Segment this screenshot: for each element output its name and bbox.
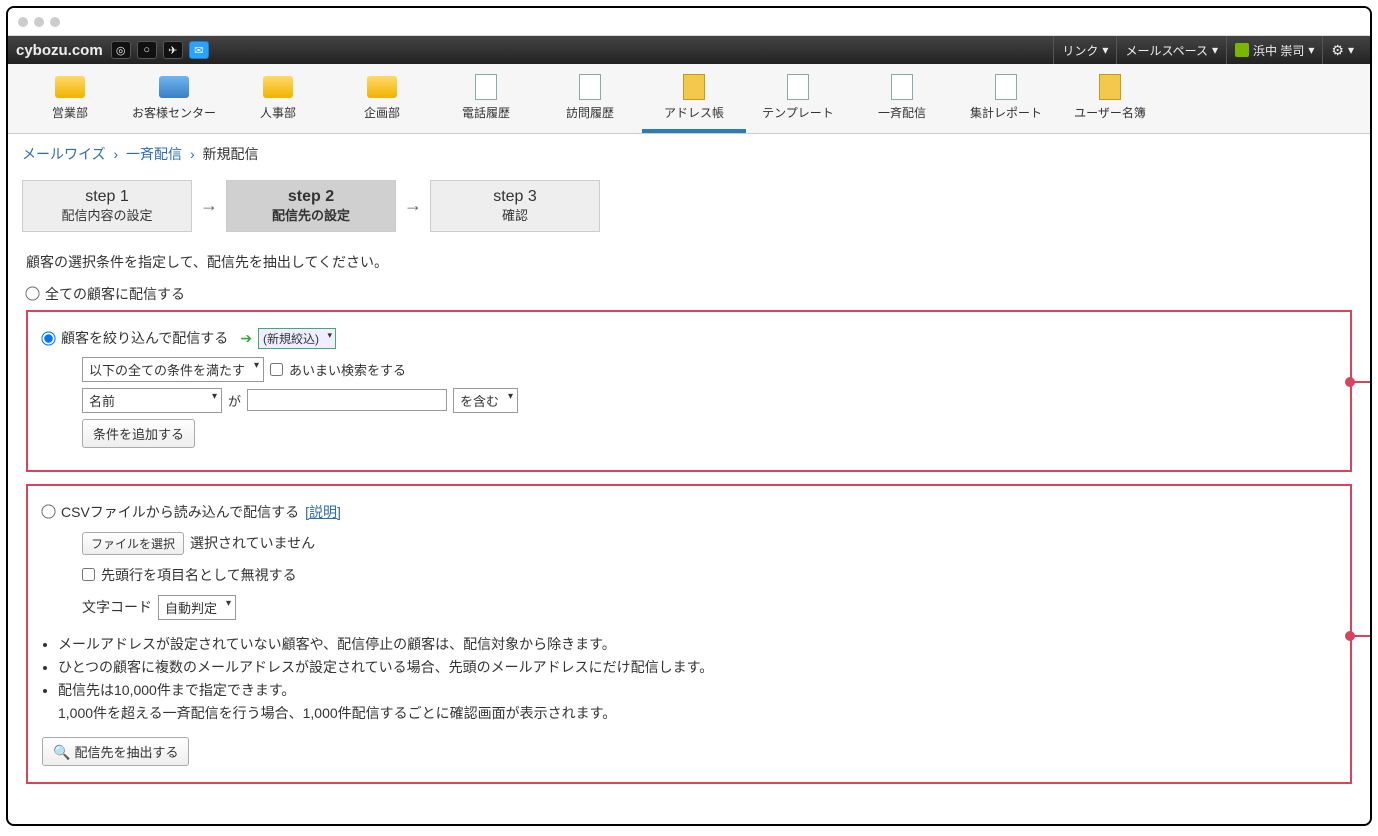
step-1[interactable]: step 1配信内容の設定 [22,180,192,232]
document-icon [579,74,601,100]
header-user-menu[interactable]: 浜中 崇司▾ [1226,36,1322,64]
wizard-steps: step 1配信内容の設定 → step 2配信先の設定 → step 3確認 [8,174,1370,244]
traffic-light-close[interactable] [18,17,28,27]
header-mail-icon[interactable]: ✉ [189,41,209,59]
header-icon-2[interactable]: ○ [137,41,157,59]
filter-section: 顧客を絞り込んで配信する ➔ (新規絞込) 以下の全ての条件を満たす あいまい検… [26,310,1352,472]
toolbar-visit-log[interactable]: 訪問履歴 [538,68,642,133]
arrow-icon: → [404,195,422,216]
charset-select[interactable]: 自動判定 [158,595,236,620]
document-icon [995,74,1017,100]
ga-text: が [228,391,241,410]
radio-all-customers[interactable]: 全ての顧客に配信する [26,284,1352,304]
skip-header-checkbox[interactable] [82,568,95,581]
step-2[interactable]: step 2配信先の設定 [226,180,396,232]
chevron-down-icon: ▾ [1102,43,1108,57]
notes-list: メールアドレスが設定されていない顧客や、配信停止の顧客は、配信対象から除きます。… [58,634,1336,723]
radio-all-input[interactable] [25,287,39,301]
toolbar-hr[interactable]: 人事部 [226,68,330,133]
no-file-text: 選択されていません [190,533,315,553]
book-icon [1099,74,1121,100]
traffic-light-max[interactable] [50,17,60,27]
toolbar-addressbook[interactable]: アドレス帳 [642,68,746,133]
radio-filter-customers[interactable]: 顧客を絞り込んで配信する ➔ (新規絞込) [42,328,1336,349]
match-mode-select[interactable]: 以下の全ての条件を満たす [82,357,264,382]
header-icon-3[interactable]: ✈ [163,41,183,59]
main-content: 顧客の選択条件を指定して、配信先を抽出してください。 全ての顧客に配信する 顧客… [8,244,1370,814]
csv-section: CSVファイルから読み込んで配信する[説明] ファイルを選択 選択されていません… [26,484,1352,784]
toolbar-support[interactable]: お客様センター [122,68,226,133]
folder-icon [263,76,293,98]
global-header: cybozu.com ◎ ○ ✈ ✉ リンク▾ メールスペース▾ 浜中 崇司▾ … [8,36,1370,64]
note-item: ひとつの顧客に複数のメールアドレスが設定されている場合、先頭のメールアドレスにだ… [58,657,1336,677]
header-icon-1[interactable]: ◎ [111,41,131,59]
document-icon [891,74,913,100]
document-icon [475,74,497,100]
radio-csv-input[interactable] [41,505,55,519]
brand-logo[interactable]: cybozu.com [16,42,103,59]
header-links-menu[interactable]: リンク▾ [1053,36,1116,64]
toolbar-users[interactable]: ユーザー名簿 [1058,68,1162,133]
folder-icon [159,76,189,98]
window-titlebar [8,8,1370,36]
gear-icon: ⚙ [1331,42,1344,59]
breadcrumb-section[interactable]: 一斉配信 [126,146,182,162]
folder-icon [55,76,85,98]
arrow-right-icon: ➔ [240,330,252,347]
addressbook-icon [683,74,705,100]
avatar-icon [1235,43,1249,57]
toolbar-sales[interactable]: 営業部 [18,68,122,133]
saved-filter-select[interactable]: (新規絞込) [258,328,336,349]
field-select[interactable]: 名前 [82,388,222,413]
arrow-icon: → [200,195,218,216]
header-mailspace-menu[interactable]: メールスペース▾ [1116,36,1226,64]
choose-file-button[interactable]: ファイルを選択 [82,532,184,555]
note-item: 1,000件を超える一斉配信を行う場合、1,000件配信するごとに確認画面が表示… [58,703,1336,723]
callout-line [1350,635,1372,637]
traffic-light-min[interactable] [34,17,44,27]
filter-value-input[interactable] [247,389,447,411]
charset-label: 文字コード [82,597,152,617]
breadcrumb-current: 新規配信 [203,146,259,162]
toolbar-phone-log[interactable]: 電話履歴 [434,68,538,133]
skip-header-label: 先頭行を項目名として無視する [101,565,297,585]
toolbar-template[interactable]: テンプレート [746,68,850,133]
app-toolbar: 営業部 お客様センター 人事部 企画部 電話履歴 訪問履歴 アドレス帳 テンプレ… [8,64,1370,134]
fuzzy-search-checkbox[interactable] [270,363,283,376]
toolbar-planning[interactable]: 企画部 [330,68,434,133]
breadcrumb-root[interactable]: メールワイズ [22,146,106,162]
chevron-down-icon: ▾ [1308,43,1314,57]
chevron-down-icon: ▾ [1212,43,1218,57]
toolbar-report[interactable]: 集計レポート [954,68,1058,133]
csv-help-link[interactable]: [説明] [305,502,341,522]
step-3[interactable]: step 3確認 [430,180,600,232]
instruction-text: 顧客の選択条件を指定して、配信先を抽出してください。 [26,252,1352,272]
fuzzy-label: あいまい検索をする [289,360,406,379]
document-icon [787,74,809,100]
chevron-down-icon: ▾ [1348,43,1354,57]
search-icon: 🔍 [53,744,70,760]
breadcrumb: メールワイズ › 一斉配信 › 新規配信 [8,134,1370,174]
note-item: メールアドレスが設定されていない顧客や、配信停止の顧客は、配信対象から除きます。 [58,634,1336,654]
header-settings[interactable]: ⚙▾ [1322,36,1362,64]
extract-button[interactable]: 🔍配信先を抽出する [42,737,189,766]
radio-filter-input[interactable] [41,331,55,345]
operator-select[interactable]: を含む [453,388,518,413]
folder-icon [367,76,397,98]
add-condition-button[interactable]: 条件を追加する [82,419,195,448]
callout-line [1350,381,1372,383]
radio-csv[interactable]: CSVファイルから読み込んで配信する[説明] [42,502,1336,522]
note-item: 配信先は10,000件まで指定できます。 [58,680,1336,700]
toolbar-broadcast[interactable]: 一斉配信 [850,68,954,133]
